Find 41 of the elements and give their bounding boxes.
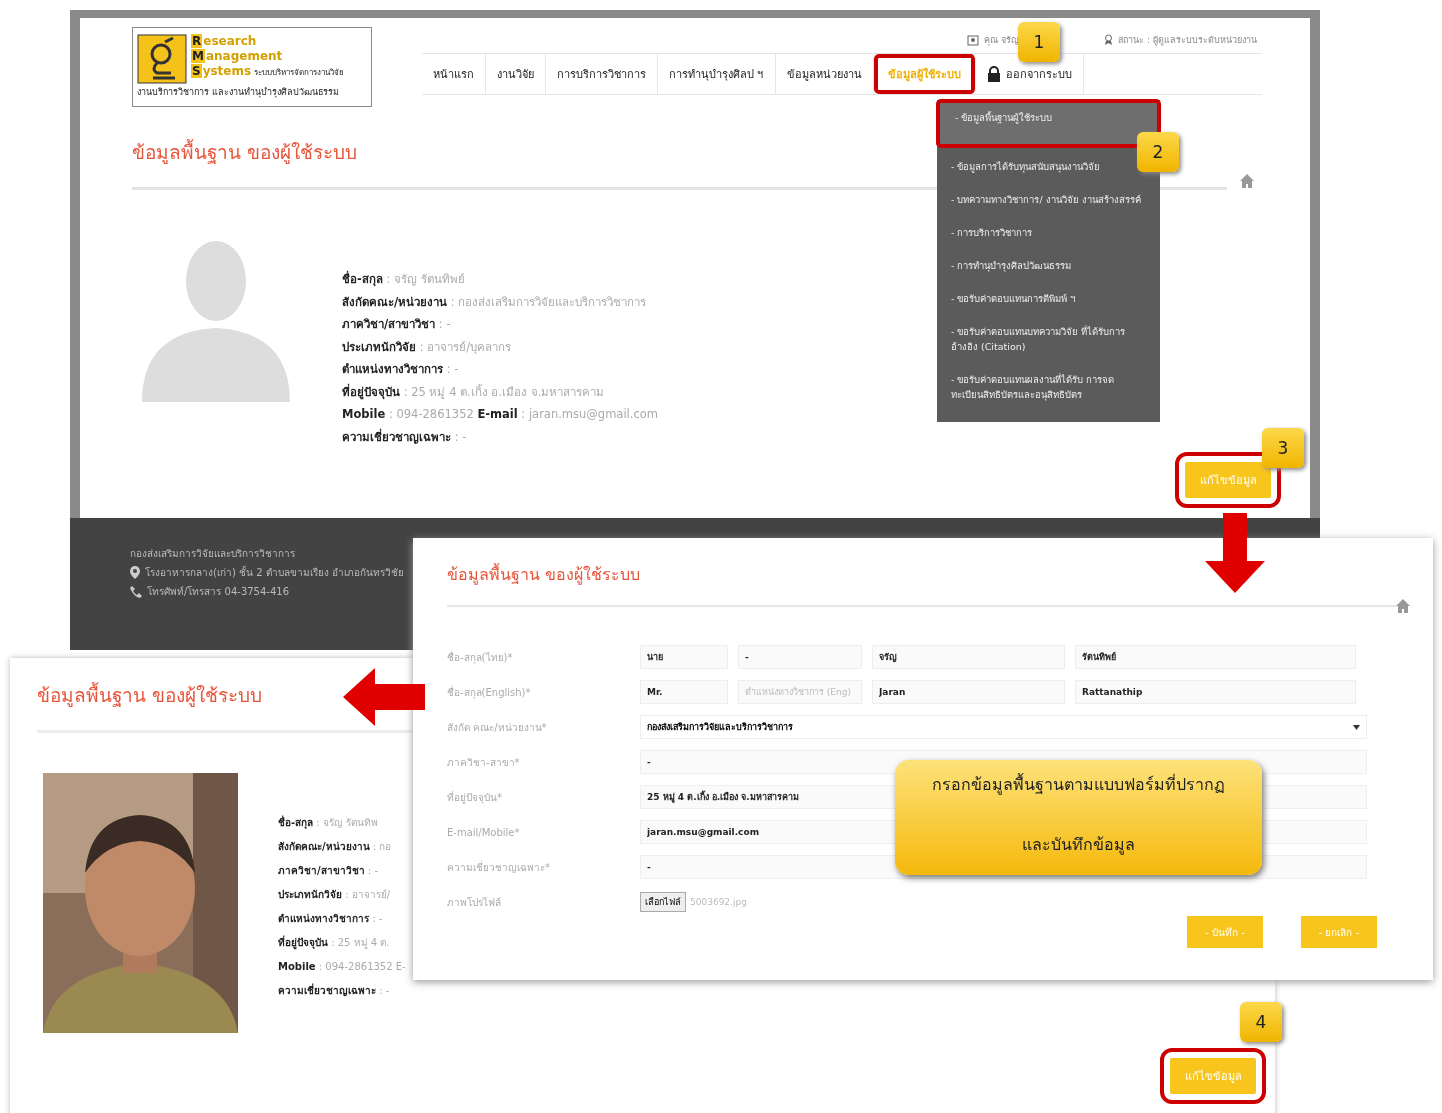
- logo-subtitle: งานบริการวิชาการ และงานทำนุบำรุงศิลปวัฒนธรรม: [137, 86, 340, 99]
- profile-line: ภาควิชา/สาขาวิชา : -: [342, 316, 452, 333]
- profile-line: ที่อยู่ปัจจุบัน : 25 หมู่ 4 ต.: [278, 934, 391, 952]
- field-label: ภาควิชา-สาขา*: [447, 755, 521, 770]
- field-label: ชื่อ-สกุล(ไทย)*: [447, 649, 514, 665]
- page-title: ข้อมูลพื้นฐาน ของผู้ใช้ระบบ: [37, 681, 263, 709]
- form-title: ข้อมูลพื้นฐาน ของผู้ใช้ระบบ: [447, 562, 641, 587]
- note-text: กรอกข้อมูลพื้นฐานตามแบบฟอร์มที่ปรากฏ: [932, 772, 1225, 797]
- profile-line: ตำแหน่งทางวิชาการ : -: [278, 912, 384, 926]
- step-badge: 1: [1018, 22, 1060, 62]
- profile-line: ภาควิชา/สาขาวิชา : -: [278, 864, 379, 878]
- step-badge: 2: [1137, 132, 1179, 172]
- profile-line: ชื่อ-สกุล : จรัญ รัตนทิพย์: [342, 269, 466, 289]
- step-badge: 4: [1240, 1002, 1282, 1042]
- logo-word: R esearch: [191, 34, 258, 49]
- profile-line: สังกัดคณะ/หน่วยงาน : กอ: [278, 840, 393, 854]
- profile-line: ความเชี่ยวชาญเฉพาะ : -: [342, 427, 468, 446]
- profile-line: ที่อยู่ปัจจุบัน : 25 หมู่ 4 ต.เกิ้ง อ.เมือง จ.มหาสารคาม: [342, 382, 606, 402]
- user-name: คุณ จรัญ: [967, 33, 1020, 47]
- file-name: 5003692.jpg: [690, 897, 747, 907]
- profile-line: ประเภทนักวิจัย : อาจารย์/บุคลากร: [342, 338, 513, 356]
- footer-org: กองส่งเสริมการวิจัยและบริการวิชาการ: [130, 547, 296, 561]
- profile-line: Mobile : 094-2861352 E-mail : jaran.msu@gmail.com: [342, 406, 658, 423]
- field-label: ที่อยู่ปัจจุบัน*: [447, 789, 503, 805]
- logo-word: M anagement: [191, 49, 284, 64]
- profile-line: ตำแหน่งทางวิชาการ : -: [342, 361, 460, 378]
- profile-line: ความเชี่ยวชาญเฉพาะ : -: [278, 982, 391, 998]
- profile-line: Mobile : 094-2861352 E-: [278, 960, 406, 974]
- profile-line: ชื่อ-สกุล : จรัญ รัตนทิพ: [278, 814, 380, 831]
- note-text: และบันทึกข้อมูล: [1022, 834, 1135, 857]
- profile-line: ประเภทนักวิจัย : อาจารย์/: [278, 888, 392, 902]
- page-title: ข้อมูลพื้นฐาน ของผู้ใช้ระบบ: [132, 138, 358, 166]
- field-label: สังกัด คณะ/หน่วยงาน*: [447, 720, 548, 735]
- field-label: E-mail/Mobile*: [447, 826, 521, 838]
- field-label: ความเชี่ยวชาญเฉพาะ*: [447, 859, 551, 875]
- profile-line: สังกัดคณะ/หน่วยงาน : กองส่งเสริมการวิจัยและบริการวิชาการ: [342, 293, 648, 311]
- step-badge: 3: [1262, 428, 1304, 468]
- field-label: ชื่อ-สกุล(English)*: [447, 684, 532, 700]
- user-status: สถานะ : ผู้ดูแลระบบระดับหน่วยงาน: [1104, 33, 1257, 47]
- logo-word: S ystems ระบบบริหารจัดการงานวิจัย: [191, 64, 345, 80]
- field-label: ภาพโปรไฟล์: [447, 895, 502, 910]
